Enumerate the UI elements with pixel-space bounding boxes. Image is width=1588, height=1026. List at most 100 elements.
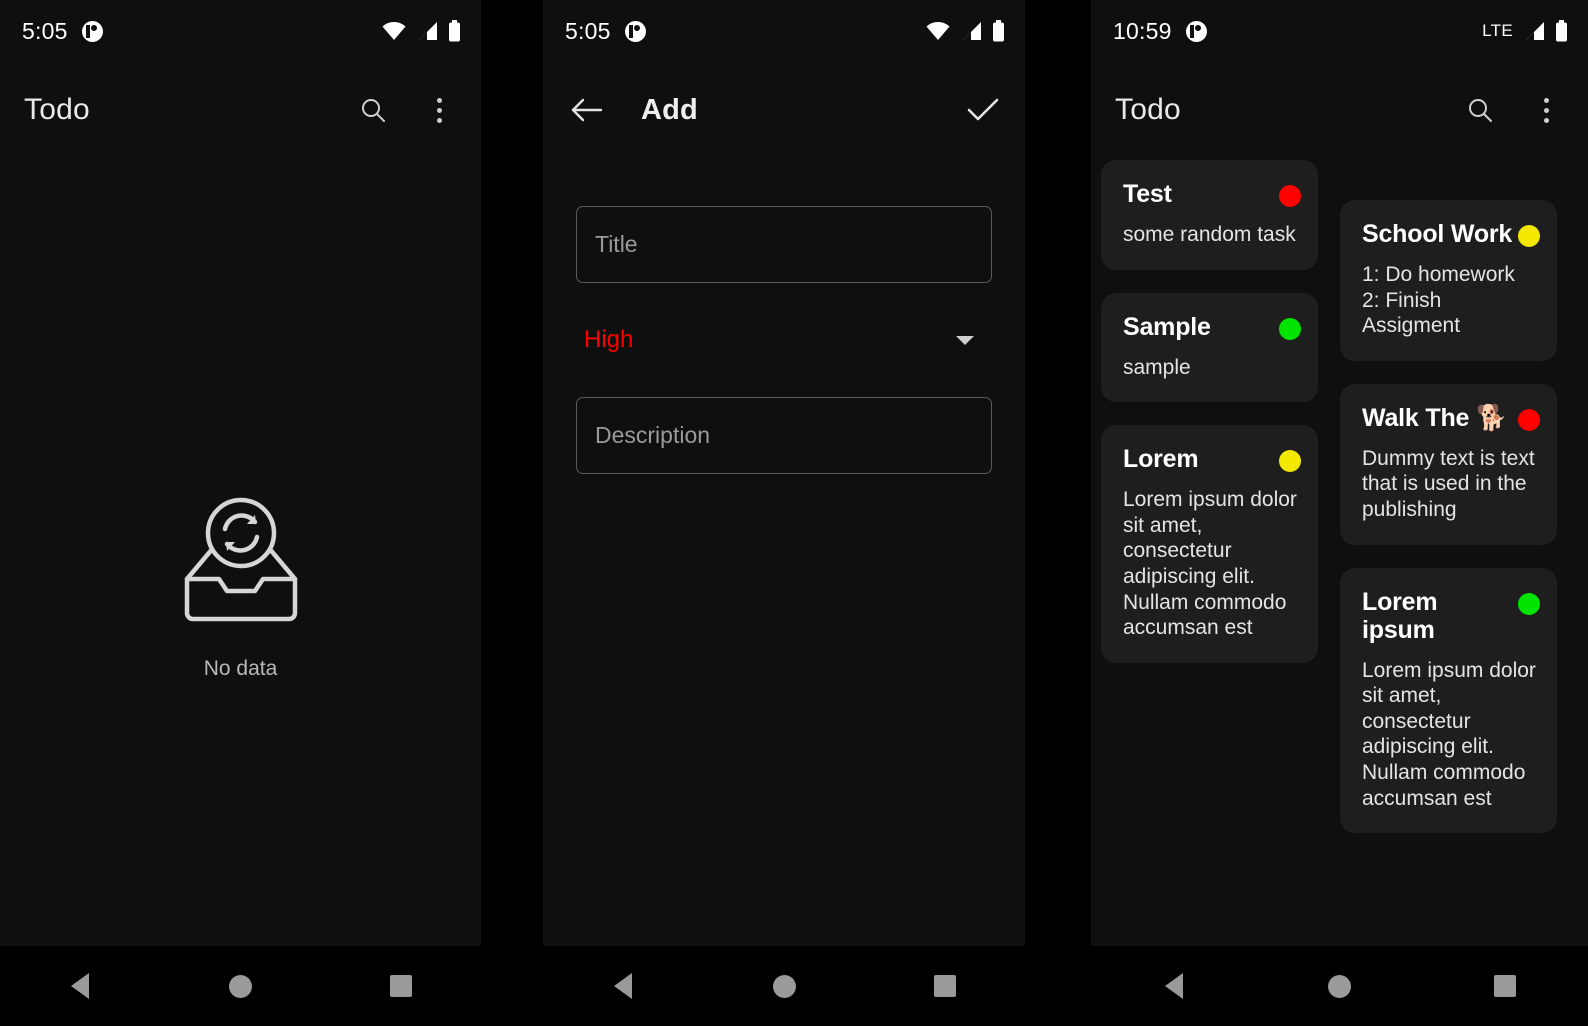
nav-back-button[interactable] bbox=[1091, 973, 1257, 999]
system-nav-bar bbox=[1091, 946, 1588, 1026]
status-bar: 10:59 LTE bbox=[1091, 0, 1588, 62]
todo-title: Lorem ipsum bbox=[1362, 587, 1438, 644]
search-button[interactable] bbox=[353, 90, 393, 130]
recents-square-icon bbox=[933, 975, 956, 997]
priority-dot bbox=[1518, 408, 1540, 431]
overflow-menu-button[interactable] bbox=[1526, 90, 1566, 130]
todo-title: Lorem bbox=[1123, 445, 1199, 474]
status-bar-right bbox=[925, 20, 1005, 42]
more-vert-icon bbox=[1543, 97, 1549, 123]
nav-home-button[interactable] bbox=[704, 974, 865, 998]
todo-card[interactable]: Test some random task bbox=[1101, 160, 1318, 270]
app-bar-actions bbox=[1460, 90, 1566, 130]
todo-title: Sample bbox=[1123, 312, 1211, 341]
todo-body: sample bbox=[1123, 355, 1191, 379]
status-bar-left: 10:59 bbox=[1113, 18, 1207, 45]
app-bar: Todo bbox=[1091, 62, 1588, 158]
home-circle-icon bbox=[228, 974, 252, 998]
recents-square-icon bbox=[1494, 975, 1517, 997]
signal-icon bbox=[419, 22, 437, 40]
todo-column-right: School Work 1: Do homework 2: Finish Ass… bbox=[1340, 200, 1557, 834]
todo-body: some random task bbox=[1123, 223, 1296, 246]
overflow-menu-button[interactable] bbox=[419, 90, 459, 130]
todo-body: Dummy text is text that is used in the p… bbox=[1362, 446, 1535, 522]
add-todo-form: High bbox=[543, 158, 1025, 474]
screen-content-empty: No data bbox=[0, 158, 481, 946]
nav-back-button[interactable] bbox=[543, 973, 704, 999]
todo-column-left: Test some random task Sample sample Lore… bbox=[1101, 160, 1318, 663]
system-nav-bar bbox=[543, 946, 1025, 1026]
app-bar: Add bbox=[543, 62, 1025, 158]
back-triangle-icon bbox=[1164, 973, 1183, 999]
dnd-icon bbox=[1185, 20, 1207, 42]
page-title: Add bbox=[641, 93, 698, 126]
todo-title: Walk The 🐕 bbox=[1362, 403, 1507, 432]
status-bar: 5:05 bbox=[0, 0, 481, 62]
description-input[interactable] bbox=[576, 397, 992, 474]
priority-dot bbox=[1518, 592, 1540, 615]
app-bar: Todo bbox=[0, 62, 481, 158]
priority-dot bbox=[1279, 450, 1301, 473]
screen-content-list: Test some random task Sample sample Lore… bbox=[1091, 158, 1588, 946]
status-time: 5:05 bbox=[565, 17, 611, 44]
nav-home-button[interactable] bbox=[1257, 974, 1423, 998]
search-icon bbox=[362, 99, 385, 122]
title-input[interactable] bbox=[576, 206, 992, 283]
priority-dot bbox=[1279, 317, 1301, 340]
home-circle-icon bbox=[1328, 974, 1351, 998]
status-bar-left: 5:05 bbox=[565, 18, 646, 45]
signal-icon bbox=[1526, 22, 1544, 40]
more-vert-icon bbox=[436, 97, 442, 123]
nav-recents-button[interactable] bbox=[1422, 975, 1588, 997]
search-button[interactable] bbox=[1460, 90, 1500, 130]
page-title: Todo bbox=[24, 93, 90, 126]
todo-body: 1: Do homework 2: Finish Assigment bbox=[1362, 263, 1515, 338]
todo-card-header: Lorem ipsum bbox=[1362, 588, 1540, 644]
signal-icon bbox=[963, 22, 981, 40]
nav-home-button[interactable] bbox=[160, 974, 320, 998]
todo-card[interactable]: Sample sample bbox=[1101, 292, 1318, 403]
todo-card-header: Test bbox=[1123, 180, 1301, 208]
app-bar-actions bbox=[353, 90, 459, 130]
todo-card-header: School Work bbox=[1362, 220, 1540, 248]
screenshot-stage: 5:05 Todo No data 5:05 Add Title High De… bbox=[0, 0, 1588, 1026]
nav-back-button[interactable] bbox=[0, 973, 160, 999]
confirm-save-button[interactable] bbox=[963, 90, 1003, 130]
priority-dot bbox=[1518, 225, 1540, 247]
back-triangle-icon bbox=[71, 973, 90, 999]
home-circle-icon bbox=[772, 974, 796, 998]
system-nav-bar bbox=[0, 946, 481, 1026]
nav-recents-button[interactable] bbox=[321, 975, 481, 997]
todo-body: Lorem ipsum dolor sit amet, consectetur … bbox=[1362, 658, 1536, 810]
priority-dot bbox=[1279, 185, 1301, 207]
todo-card[interactable]: School Work 1: Do homework 2: Finish Ass… bbox=[1340, 200, 1557, 361]
nav-recents-button[interactable] bbox=[864, 975, 1025, 997]
network-type-label: LTE bbox=[1482, 21, 1513, 40]
chevron-down-icon bbox=[956, 335, 974, 345]
arrow-back-icon bbox=[571, 98, 603, 122]
priority-select[interactable]: High bbox=[576, 304, 992, 376]
dnd-icon bbox=[81, 20, 103, 42]
phone-screen-todo-add: 5:05 Add Title High Description bbox=[543, 0, 1025, 1026]
battery-icon bbox=[449, 20, 460, 42]
todo-card[interactable]: Walk The 🐕 Dummy text is text that is us… bbox=[1340, 383, 1557, 545]
todo-body: Lorem ipsum dolor sit amet, consectetur … bbox=[1123, 488, 1297, 640]
todo-card[interactable]: Lorem Lorem ipsum dolor sit amet, consec… bbox=[1101, 425, 1318, 663]
todo-card-header: Lorem bbox=[1123, 445, 1301, 473]
status-bar-left: 5:05 bbox=[22, 18, 103, 45]
wifi-icon bbox=[382, 22, 406, 40]
back-triangle-icon bbox=[614, 973, 633, 999]
recents-square-icon bbox=[389, 975, 412, 997]
search-icon bbox=[1469, 99, 1492, 122]
battery-icon bbox=[1556, 20, 1567, 42]
check-icon bbox=[967, 98, 999, 121]
back-button[interactable] bbox=[567, 90, 607, 130]
status-bar: 5:05 bbox=[543, 0, 1025, 62]
todo-card[interactable]: Lorem ipsum Lorem ipsum dolor sit amet, … bbox=[1340, 567, 1557, 834]
description-field-wrap bbox=[576, 397, 992, 474]
status-bar-right bbox=[381, 20, 461, 42]
todo-grid: Test some random task Sample sample Lore… bbox=[1091, 160, 1588, 834]
empty-state-label: No data bbox=[203, 657, 278, 680]
todo-title: Test bbox=[1123, 180, 1172, 208]
todo-card-header: Walk The 🐕 bbox=[1362, 404, 1540, 432]
